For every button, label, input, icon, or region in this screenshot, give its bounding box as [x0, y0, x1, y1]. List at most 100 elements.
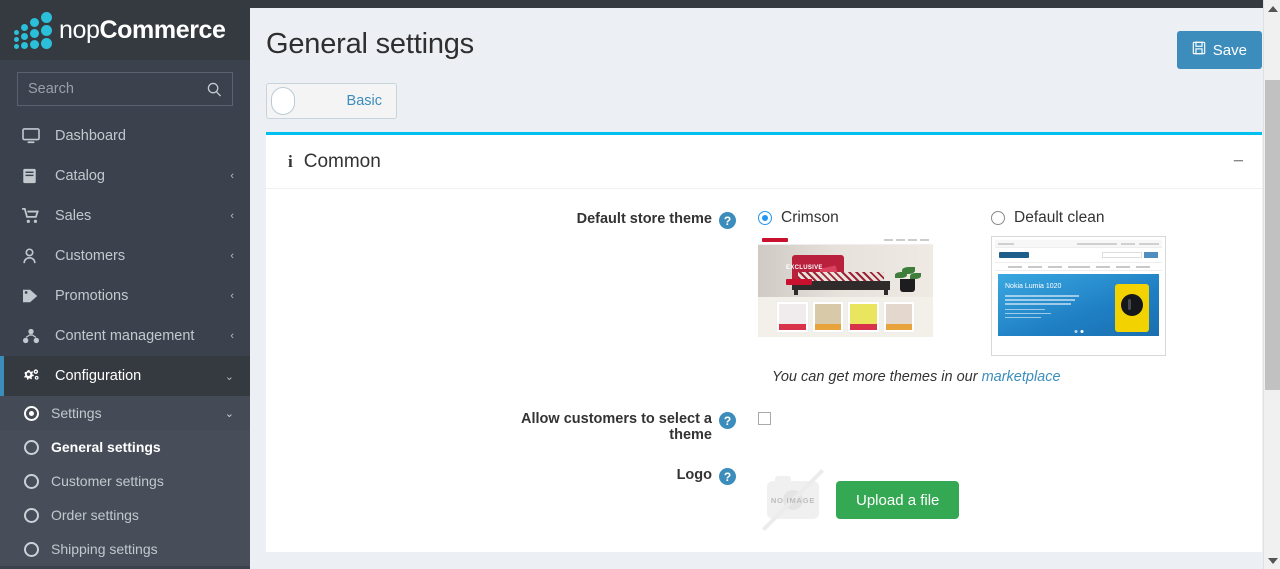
logo-label-text: Logo: [676, 467, 712, 483]
panel-header: i Common −: [266, 135, 1262, 189]
allow-theme-label-text: Allow customers to select a theme: [521, 411, 712, 443]
theme-option-default-clean[interactable]: Default clean Nokia Lumia 1020: [991, 209, 1166, 356]
desktop-icon: [22, 128, 44, 144]
chevron-icon: ‹: [230, 210, 234, 222]
allow-theme-field: [746, 409, 1244, 443]
cart-icon: [22, 208, 44, 224]
store-theme-field: Crimson EXCLUSIVE Default clean Nokia Lu…: [746, 209, 1244, 385]
brand-text-light: nop: [59, 15, 100, 44]
help-icon[interactable]: ?: [719, 412, 736, 429]
sidebar-item-content-management[interactable]: Content management ‹: [0, 316, 250, 356]
theme-name-label: Crimson: [781, 209, 839, 226]
help-icon[interactable]: ?: [719, 468, 736, 485]
theme-thumbnail-default-clean[interactable]: Nokia Lumia 1020: [991, 236, 1166, 356]
theme-options: Crimson EXCLUSIVE Default clean Nokia Lu…: [758, 209, 1244, 356]
search-box[interactable]: [17, 72, 233, 106]
admin-page: nopCommerce Search Dashboard Catalog ‹ S…: [0, 0, 1280, 569]
marketplace-link[interactable]: marketplace: [982, 369, 1061, 385]
radio-circle-icon: [24, 541, 39, 557]
tag-icon: [22, 288, 44, 304]
floppy-disk-icon: [1192, 41, 1206, 59]
configuration-submenu: Settings ⌄ General settings Customer set…: [0, 396, 250, 566]
theme-banner-text: EXCLUSIVE: [786, 265, 823, 271]
scrollbar-thumb[interactable]: [1265, 80, 1280, 390]
sidebar-subitem-label: Settings: [51, 405, 102, 421]
brand-text-bold: Commerce: [99, 15, 226, 44]
sidebar-item-customers[interactable]: Customers ‹: [0, 236, 250, 276]
sidebar-item-label: Content management: [55, 328, 195, 344]
form-row-allow-theme-select: Allow customers to select a theme ?: [266, 409, 1244, 443]
sidebar-subitem-label: Shipping settings: [51, 541, 158, 557]
sidebar-item-label: Configuration: [55, 368, 142, 384]
nopcommerce-dots-icon: [14, 11, 52, 49]
page-title: General settings: [266, 28, 474, 60]
sidebar-item-shipping-settings[interactable]: Shipping settings: [0, 532, 250, 566]
radio-default-clean[interactable]: [991, 211, 1005, 225]
help-icon[interactable]: ?: [719, 212, 736, 229]
scroll-down-button[interactable]: [1264, 552, 1280, 569]
scroll-up-button[interactable]: [1264, 0, 1280, 17]
sitemap-icon: [22, 328, 44, 344]
page-header: General settings Save: [250, 8, 1280, 69]
search-icon[interactable]: [207, 82, 222, 97]
logo-field: NO IMAGE Upload a file: [746, 465, 1244, 535]
radio-circle-icon: [24, 507, 39, 523]
theme-thumbnail-crimson[interactable]: EXCLUSIVE: [758, 236, 933, 337]
allow-theme-checkbox[interactable]: [758, 412, 771, 425]
toggle-label: Basic: [346, 93, 382, 109]
save-button-label: Save: [1212, 41, 1247, 59]
view-mode-bar: Basic: [250, 69, 1280, 120]
marketplace-note: You can get more themes in our marketpla…: [772, 369, 1244, 385]
chevron-icon: ‹: [230, 170, 234, 182]
radio-circle-icon: [24, 439, 39, 455]
main-content: General settings Save Basic i Common − D…: [250, 0, 1280, 569]
search-input[interactable]: [28, 81, 198, 97]
chevron-icon: ‹: [230, 290, 234, 302]
chevron-icon: ⌄: [224, 370, 234, 383]
sidebar-item-configuration[interactable]: Configuration ⌄: [0, 356, 250, 396]
sidebar-item-promotions[interactable]: Promotions ‹: [0, 276, 250, 316]
brand-logo[interactable]: nopCommerce: [0, 0, 250, 60]
page-scrollbar[interactable]: [1263, 0, 1280, 569]
theme-name-label: Default clean: [1014, 209, 1105, 226]
sidebar-item-label: Promotions: [55, 288, 129, 304]
form-row-logo: Logo ? NO IMAGE Upload a file: [266, 465, 1244, 535]
sidebar-item-order-settings[interactable]: Order settings: [0, 498, 250, 532]
sidebar-nav: Dashboard Catalog ‹ Sales ‹ Customers ‹ …: [0, 116, 250, 396]
sidebar-item-catalog[interactable]: Catalog ‹: [0, 156, 250, 196]
sidebar-item-customer-settings[interactable]: Customer settings: [0, 464, 250, 498]
theme-option-header: Default clean: [991, 209, 1166, 227]
sidebar-item-label: Dashboard: [55, 128, 126, 144]
store-theme-label-text: Default store theme: [576, 211, 712, 227]
upload-file-button[interactable]: Upload a file: [836, 481, 960, 519]
store-theme-label: Default store theme ?: [266, 209, 746, 385]
gears-icon: [22, 368, 44, 384]
radio-circle-icon: [24, 405, 39, 421]
book-icon: [22, 168, 44, 184]
sidebar-item-label: Customers: [55, 248, 126, 264]
toggle-knob[interactable]: [271, 87, 295, 115]
sidebar-item-settings[interactable]: Settings ⌄: [0, 396, 250, 430]
top-strip: [250, 0, 1280, 8]
radio-crimson[interactable]: [758, 211, 772, 225]
sidebar-subitem-label: General settings: [51, 439, 161, 455]
sidebar-subitem-label: Order settings: [51, 507, 139, 523]
collapse-panel-button[interactable]: −: [1233, 152, 1244, 171]
allow-theme-label: Allow customers to select a theme ?: [266, 409, 746, 443]
sidebar-item-label: Sales: [55, 208, 92, 224]
theme-option-crimson[interactable]: Crimson EXCLUSIVE: [758, 209, 933, 356]
radio-circle-icon: [24, 473, 39, 489]
search-container: [0, 60, 250, 116]
brand-text: nopCommerce: [59, 16, 226, 45]
theme-option-header: Crimson: [758, 209, 933, 227]
logo-label: Logo ?: [266, 465, 746, 535]
basic-advanced-toggle[interactable]: Basic: [266, 83, 397, 119]
sidebar-item-general-settings[interactable]: General settings: [0, 430, 250, 464]
sidebar-item-sales[interactable]: Sales ‹: [0, 196, 250, 236]
sidebar-item-dashboard[interactable]: Dashboard: [0, 116, 250, 156]
save-button[interactable]: Save: [1176, 31, 1262, 69]
chevron-icon: ‹: [230, 250, 234, 262]
sidebar: nopCommerce Search Dashboard Catalog ‹ S…: [0, 0, 250, 569]
sidebar-item-label: Catalog: [55, 168, 105, 184]
no-image-text: NO IMAGE: [770, 495, 816, 505]
